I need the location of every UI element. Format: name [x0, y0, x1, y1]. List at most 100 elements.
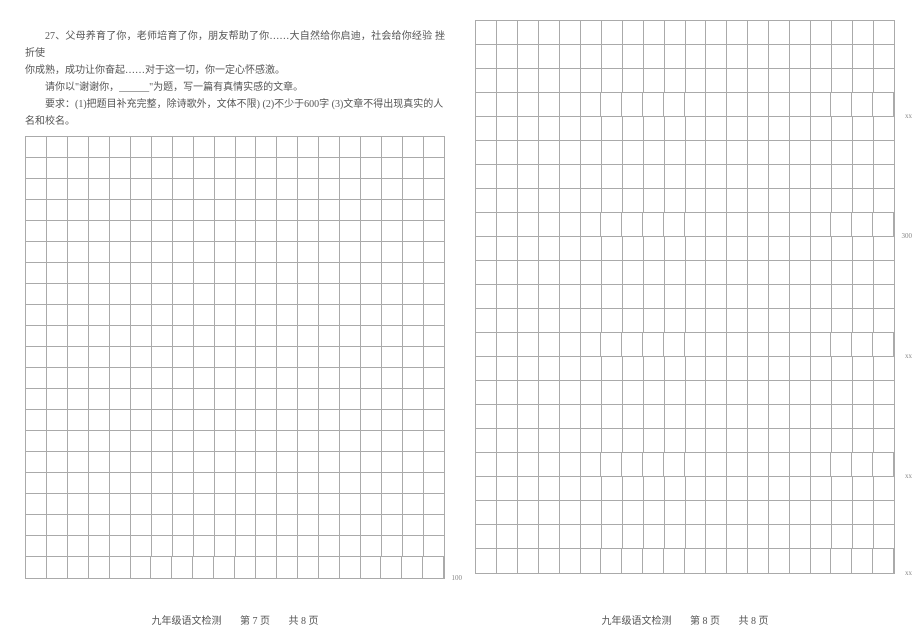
grid-cell	[382, 326, 403, 346]
grid-cell	[361, 431, 382, 451]
grid-cell	[403, 242, 424, 262]
grid-cell	[402, 557, 423, 578]
grid-cell	[518, 285, 539, 308]
grid-cell	[686, 45, 707, 68]
grid-cell	[790, 525, 811, 548]
grid-cell	[622, 333, 643, 356]
grid-cell	[623, 261, 644, 284]
grid-cell	[539, 525, 560, 548]
grid-row	[26, 347, 444, 368]
grid-cell	[68, 242, 89, 262]
grid-cell	[256, 305, 277, 325]
grid-cell	[26, 557, 47, 578]
grid-cell	[623, 189, 644, 212]
grid-cell	[256, 389, 277, 409]
grid-cell	[340, 410, 361, 430]
grid-cell	[476, 261, 497, 284]
grid-cell	[424, 305, 444, 325]
grid-cell	[853, 381, 874, 404]
grid-cell	[110, 284, 131, 304]
grid-cell	[89, 431, 110, 451]
grid-cell	[686, 21, 707, 44]
grid-cell	[853, 525, 874, 548]
grid-cell	[518, 93, 539, 116]
grid-cell	[769, 261, 790, 284]
grid-cell	[424, 431, 444, 451]
grid-cell	[319, 221, 340, 241]
grid-cell	[319, 305, 340, 325]
grid-cell	[361, 221, 382, 241]
grid-cell	[832, 309, 853, 332]
grid-cell	[382, 368, 403, 388]
grid-cell	[622, 213, 643, 236]
grid-cell	[874, 357, 894, 380]
grid-cell	[727, 525, 748, 548]
grid-cell	[340, 305, 361, 325]
grid-cell	[26, 137, 47, 157]
grid-cell	[706, 333, 727, 356]
grid-cell	[110, 536, 131, 556]
grid-cell	[831, 333, 852, 356]
grid-cell	[361, 137, 382, 157]
grid-cell	[497, 141, 518, 164]
grid-cell	[811, 549, 832, 573]
grid-cell	[560, 525, 581, 548]
grid-cell	[403, 221, 424, 241]
grid-cell	[727, 93, 748, 116]
grid-cell	[727, 429, 748, 452]
grid-row	[26, 158, 444, 179]
grid-cell	[560, 261, 581, 284]
grid-cell	[382, 389, 403, 409]
grid-cell	[539, 21, 560, 44]
grid-cell	[256, 557, 277, 578]
grid-cell	[497, 309, 518, 332]
grid-cell	[194, 368, 215, 388]
grid-cell	[26, 515, 47, 535]
grid-cell	[665, 261, 686, 284]
grid-cell	[298, 515, 319, 535]
grid-cell	[235, 557, 256, 578]
grid-cell	[748, 333, 769, 356]
grid-cell	[874, 525, 894, 548]
grid-row	[26, 410, 444, 431]
grid-cell	[686, 189, 707, 212]
grid-row	[26, 200, 444, 221]
grid-cell	[706, 69, 727, 92]
grid-cell	[706, 477, 727, 500]
grid-cell	[686, 405, 707, 428]
grid-row: xx	[476, 549, 894, 573]
grid-cell	[539, 357, 560, 380]
grid-cell	[497, 501, 518, 524]
grid-cell	[215, 368, 236, 388]
grid-cell	[622, 549, 643, 573]
footer-right: 九年级语文检测 第 8 页 共 8 页	[475, 584, 895, 627]
grid-cell	[424, 263, 444, 283]
grid-cell	[560, 141, 581, 164]
grid-cell	[560, 309, 581, 332]
grid-cell	[769, 453, 790, 476]
grid-cell	[769, 93, 790, 116]
grid-cell	[382, 242, 403, 262]
grid-cell	[623, 501, 644, 524]
grid-cell	[748, 357, 769, 380]
grid-cell	[664, 333, 685, 356]
grid-cell	[602, 237, 623, 260]
grid-cell	[47, 557, 68, 578]
grid-cell	[727, 261, 748, 284]
grid-cell	[727, 453, 748, 476]
grid-cell	[403, 347, 424, 367]
grid-cell	[665, 429, 686, 452]
grid-cell	[236, 494, 257, 514]
grid-cell	[131, 284, 152, 304]
grid-cell	[560, 477, 581, 500]
grid-cell	[319, 263, 340, 283]
grid-row	[476, 525, 894, 549]
grid-cell	[497, 525, 518, 548]
grid-cell	[68, 536, 89, 556]
grid-cell	[424, 242, 444, 262]
grid-cell	[518, 453, 539, 476]
grid-cell	[518, 477, 539, 500]
prompt-text-2: 你成熟，成功让你奋起……对于这一切，你一定心怀感激。	[25, 65, 285, 76]
grid-cell	[790, 429, 811, 452]
grid-cell	[403, 473, 424, 493]
